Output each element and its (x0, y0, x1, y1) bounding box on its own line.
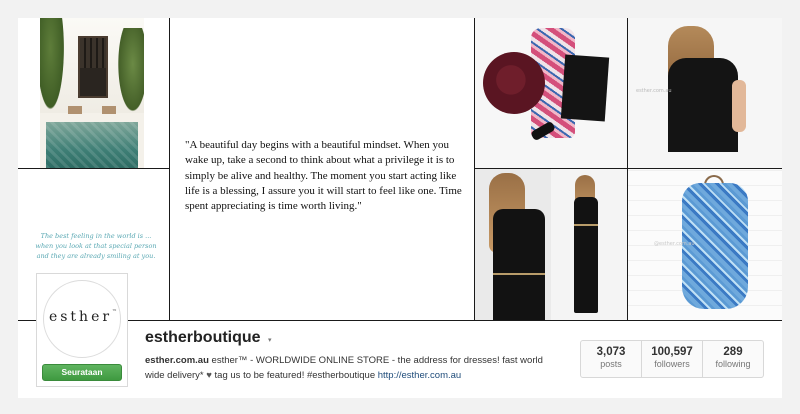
avatar-logo: esther™ (44, 309, 122, 325)
photo-lace-top[interactable]: esther.com.au (628, 18, 782, 168)
avatar-card: esther™ Seurataan (37, 274, 127, 386)
black-dress (493, 209, 545, 320)
stat-label: following (715, 359, 751, 369)
follow-button[interactable]: Seurataan (42, 364, 122, 381)
stat-followers[interactable]: 100,597 followers (642, 341, 703, 377)
stat-number: 289 (723, 346, 743, 358)
stat-number: 3,073 (596, 346, 626, 358)
stat-label: posts (600, 359, 622, 369)
black-maxi-dress (574, 197, 598, 313)
photo-pool (46, 122, 138, 168)
stat-following[interactable]: 289 following (703, 341, 763, 377)
photo-big-quote[interactable]: "A beautiful day begins with a beautiful… (170, 18, 474, 320)
plant-right (116, 28, 144, 118)
big-quote-text: "A beautiful day begins with a beautiful… (185, 139, 462, 213)
photo-courtyard[interactable] (40, 18, 144, 168)
stat-label: followers (654, 359, 690, 369)
photo-door (78, 36, 108, 98)
photo-chair (68, 106, 82, 114)
stat-number: 100,597 (651, 346, 693, 358)
photo-blue-playsuit[interactable]: @esther.com.au (628, 169, 782, 320)
black-lace-top (668, 58, 738, 152)
photo-chair (102, 106, 116, 114)
photo-flat-lay[interactable] (475, 18, 627, 168)
stat-posts[interactable]: 3,073 posts (581, 341, 642, 377)
profile-stats: 3,073 posts 100,597 followers 289 follow… (580, 340, 764, 378)
bio-text-2: tag us to be featured! #estherboutique (211, 369, 378, 381)
profile-frame: The best feeling in the world is ... whe… (18, 18, 782, 398)
bio-site: esther.com.au (145, 355, 209, 366)
model-arm (732, 80, 746, 132)
username[interactable]: estherboutique (145, 329, 261, 347)
photo-two-black-dresses[interactable] (475, 169, 627, 320)
chevron-down-icon[interactable]: ▾ (268, 336, 272, 344)
profile-bio: esther.com.au esther™ - WORLDWIDE ONLINE… (145, 354, 555, 383)
bio-link[interactable]: http://esther.com.au (378, 370, 461, 381)
dress-belt (574, 224, 598, 226)
avatar-logo-tm: ™ (112, 309, 118, 315)
avatar-logo-text: esther (48, 309, 113, 325)
dress-belt (493, 273, 545, 275)
photo-watermark: @esther.com.au (654, 241, 695, 247)
avatar[interactable]: esther™ (43, 280, 121, 358)
photo-caption: esther.com.au (636, 88, 672, 94)
plant-left (40, 18, 66, 118)
burgundy-hat (483, 52, 545, 114)
black-skirt (560, 54, 610, 122)
small-quote-text: The best feeling in the world is ... whe… (35, 232, 157, 260)
